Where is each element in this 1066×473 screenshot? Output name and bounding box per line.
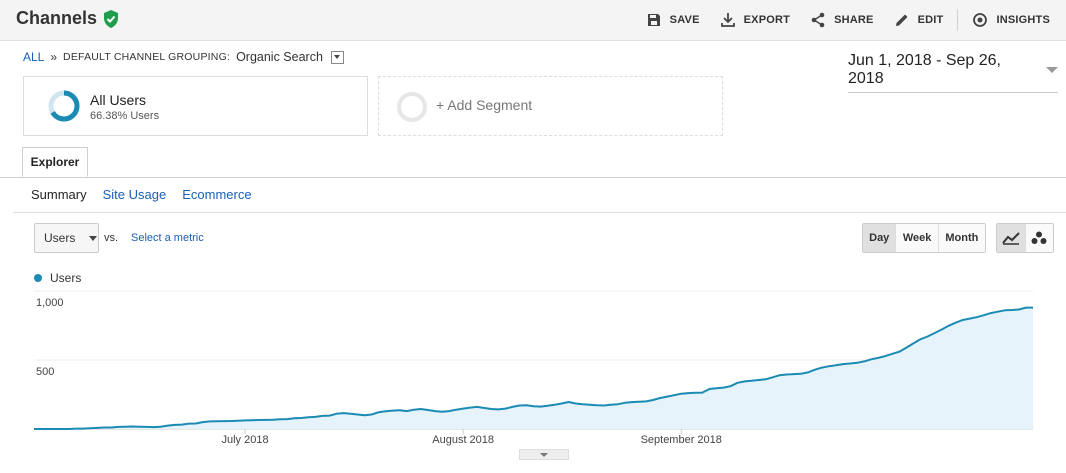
export-button[interactable]: EXPORT (710, 0, 800, 40)
line-chart-button[interactable] (997, 224, 1025, 252)
insights-button[interactable]: INSIGHTS (962, 0, 1060, 40)
export-label: EXPORT (743, 14, 791, 26)
chart-scroll-handle[interactable] (519, 449, 569, 460)
top-bar: Channels SAVE EXPORT SHARE EDIT INSIGHTS (0, 0, 1066, 41)
period-day-button[interactable]: Day (863, 224, 896, 252)
date-range-picker[interactable]: Jun 1, 2018 - Sep 26, 2018 (848, 52, 1058, 93)
metric-select-value: Users (44, 231, 76, 245)
tab-bar: Explorer (0, 147, 1066, 178)
verified-shield-icon (104, 9, 119, 28)
legend-swatch (34, 274, 42, 282)
save-label: SAVE (669, 14, 700, 26)
breadcrumb-grouping: DEFAULT CHANNEL GROUPING: (63, 51, 231, 63)
x-tick-label: September 2018 (641, 434, 722, 446)
vs-label: vs. (104, 232, 119, 244)
segment-share: 66.38% Users (90, 110, 160, 122)
add-segment-label: + Add Segment (436, 97, 533, 113)
period-month-button[interactable]: Month (937, 224, 985, 252)
chevron-down-icon (1046, 67, 1058, 73)
share-icon (811, 12, 825, 28)
empty-ring-icon (397, 92, 427, 122)
divider (13, 212, 1066, 213)
subtabs: Summary Site Usage Ecommerce (31, 187, 252, 202)
save-icon (647, 14, 660, 26)
edit-label: EDIT (917, 14, 944, 26)
insights-label: INSIGHTS (996, 14, 1050, 26)
chart-legend: Users (34, 271, 81, 285)
users-line-chart[interactable]: 1,000 500 July 2018 August 2018 September 20… (0, 285, 1066, 449)
header-actions: SAVE EXPORT SHARE EDIT INSIGHTS (636, 0, 1060, 40)
segment-name: All Users (90, 92, 147, 108)
page-title-text: Channels (16, 8, 98, 28)
x-tick-label: August 2018 (432, 434, 494, 446)
chevron-down-icon (540, 452, 548, 457)
y-tick-label: 1,000 (36, 297, 64, 309)
share-button[interactable]: SHARE (800, 0, 884, 40)
period-toggle: Day Week Month (862, 223, 986, 253)
segment-all-users[interactable]: All Users 66.38% Users (23, 76, 368, 136)
period-week-button[interactable]: Week (895, 224, 938, 252)
share-label: SHARE (834, 14, 874, 26)
subtab-site-usage[interactable]: Site Usage (103, 187, 167, 202)
motion-chart-button[interactable] (1024, 224, 1053, 252)
segment-donut-icon (48, 90, 80, 122)
chevron-down-icon (89, 235, 98, 241)
y-tick-label: 500 (36, 366, 54, 378)
x-tick-label: July 2018 (222, 434, 269, 446)
date-range-text: Jun 1, 2018 - Sep 26, 2018 (848, 52, 1001, 87)
breadcrumb-all-link[interactable]: ALL (23, 50, 44, 64)
chevron-down-icon (334, 55, 341, 59)
page-title: Channels (16, 8, 119, 29)
save-button[interactable]: SAVE (636, 0, 710, 40)
breadcrumb-dropdown[interactable] (330, 50, 344, 64)
tab-explorer[interactable]: Explorer (22, 147, 88, 177)
series-area (34, 307, 1033, 429)
insights-icon (973, 13, 988, 27)
tab-explorer-label: Explorer (30, 155, 80, 169)
select-metric-link[interactable]: Select a metric (131, 232, 204, 244)
add-segment-button[interactable]: + Add Segment (378, 76, 723, 136)
breadcrumb-separator: » (50, 50, 58, 64)
breadcrumb: ALL » DEFAULT CHANNEL GROUPING: Organic … (23, 50, 344, 64)
legend-label: Users (50, 271, 82, 285)
actions-divider (957, 9, 959, 31)
metric-select[interactable]: Users (34, 223, 99, 253)
subtab-ecommerce[interactable]: Ecommerce (182, 187, 251, 202)
subtab-summary[interactable]: Summary (31, 187, 87, 202)
bubble-chart-icon (1031, 231, 1047, 244)
edit-button[interactable]: EDIT (884, 0, 954, 40)
download-icon (720, 13, 735, 27)
breadcrumb-value: Organic Search (236, 50, 323, 64)
pencil-icon (895, 14, 908, 26)
chart-type-toggle (996, 223, 1054, 253)
line-chart-icon (1002, 232, 1020, 245)
